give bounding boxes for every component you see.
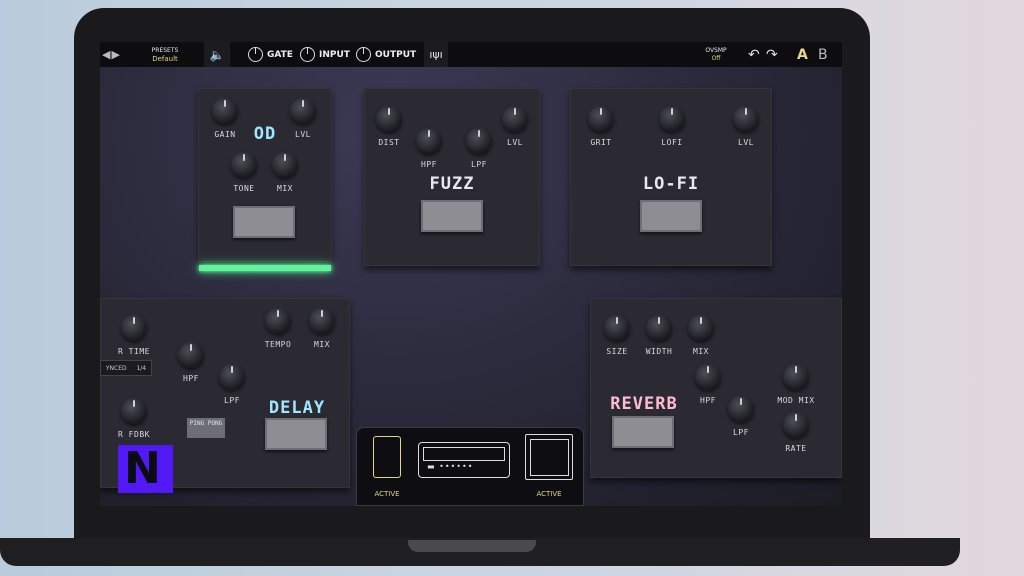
od-footswitch[interactable] (233, 206, 295, 238)
reverb-rate-label: RATE (785, 444, 807, 453)
delay-tempo-knob[interactable] (265, 308, 291, 334)
od-lvl-knob[interactable] (290, 98, 316, 124)
od-gain-knob[interactable] (212, 98, 238, 124)
od-pedal: GAIN OD LVL TONE MIX (198, 88, 332, 262)
fuzz-pedal: DIST LVL HPF LPF FUZZ (364, 88, 540, 266)
preset-b-button[interactable]: B (818, 42, 828, 67)
redo-icon[interactable]: ↷ (766, 42, 778, 67)
lofi-title: LO-FI (642, 174, 700, 194)
od-lvl-label: LVL (295, 130, 311, 139)
od-tone-knob[interactable] (231, 152, 257, 178)
undo-icon[interactable]: ↶ (748, 42, 760, 67)
output-control[interactable]: OUTPUT (356, 42, 416, 67)
preset-selector[interactable]: PRESETS Default (140, 42, 190, 67)
od-mix-label: MIX (277, 184, 293, 193)
reverb-pedal: SIZE WIDTH MIX HPF MOD MIX LPF RATE REVE… (590, 298, 842, 478)
lofi-grit-knob[interactable] (588, 106, 614, 132)
tuner-icon[interactable]: ıψı (424, 42, 448, 67)
delay-mix-knob[interactable] (309, 308, 335, 334)
od-mix-knob[interactable] (272, 152, 298, 178)
fuzz-hpf-knob[interactable] (416, 128, 442, 154)
reverb-modmix-knob[interactable] (783, 364, 809, 390)
brand-logo: N (118, 445, 173, 493)
lofi-lofi-knob[interactable] (659, 106, 685, 132)
fuzz-lvl-label: LVL (507, 138, 523, 147)
fuzz-title: FUZZ (429, 174, 475, 194)
output-label: OUTPUT (375, 49, 417, 60)
gate-knob-icon (248, 47, 263, 62)
lofi-lvl-label: LVL (738, 138, 754, 147)
reverb-size-knob[interactable] (604, 315, 630, 341)
amp-icon[interactable] (418, 442, 510, 478)
presets-label: PRESETS (151, 46, 179, 54)
output-knob-icon (356, 47, 371, 62)
fuzz-lpf-knob[interactable] (466, 128, 492, 154)
delay-mix-label: MIX (314, 340, 330, 349)
signal-chain-panel: ACTIVE ACTIVE (356, 427, 584, 506)
reverb-mix-label: MIX (693, 347, 709, 356)
fuzz-dist-knob[interactable] (376, 106, 402, 132)
input-label: INPUT (319, 49, 350, 60)
delay-sync-selector[interactable]: YNCED 1/4 (100, 360, 152, 376)
reverb-title: REVERB (610, 394, 678, 414)
gate-label: GATE (267, 49, 293, 60)
lofi-lvl-knob[interactable] (733, 106, 759, 132)
pedal-status-label: ACTIVE (374, 490, 400, 498)
reverb-modmix-label: MOD MIX (777, 396, 815, 405)
preset-nav-arrows[interactable]: ◀▶ (102, 42, 121, 67)
synced-value: 1/4 (136, 364, 147, 372)
plugin-toolbar: ◀▶ PRESETS Default 🔈 GATE INPUT OUTPUT ı… (100, 42, 842, 67)
delay-lpf-knob[interactable] (219, 364, 245, 390)
od-active-glow (199, 265, 331, 271)
delay-rtime-knob[interactable] (121, 315, 147, 341)
oversampling-selector[interactable]: OVSMP Off (696, 42, 736, 67)
reverb-hpf-knob[interactable] (695, 364, 721, 390)
gate-control[interactable]: GATE (248, 42, 293, 67)
fuzz-hpf-label: HPF (421, 160, 437, 169)
delay-rfdbk-knob[interactable] (121, 398, 147, 424)
preset-a-button[interactable]: A (797, 42, 808, 67)
lofi-pedal: GRIT LOFI LVL LO-FI (570, 88, 772, 266)
reverb-width-knob[interactable] (646, 315, 672, 341)
cab-status-label: ACTIVE (536, 490, 562, 498)
delay-rtime-label: R TIME (118, 347, 150, 356)
delay-hpf-label: HPF (183, 374, 199, 383)
synced-label: YNCED (105, 364, 127, 372)
reverb-hpf-label: HPF (700, 396, 716, 405)
lofi-lofi-label: LOFI (661, 138, 683, 147)
cabinet-icon[interactable] (525, 434, 573, 480)
delay-hpf-knob[interactable] (178, 342, 204, 368)
preset-value: Default (152, 54, 178, 63)
fuzz-dist-label: DIST (378, 138, 400, 147)
input-knob-icon (300, 47, 315, 62)
fuzz-lvl-knob[interactable] (502, 106, 528, 132)
reverb-mix-knob[interactable] (688, 315, 714, 341)
input-control[interactable]: INPUT (300, 42, 350, 67)
reverb-footswitch[interactable] (612, 416, 674, 448)
lofi-footswitch[interactable] (640, 200, 702, 232)
lofi-grit-label: GRIT (590, 138, 612, 147)
fuzz-lpf-label: LPF (471, 160, 487, 169)
fuzz-footswitch[interactable] (421, 200, 483, 232)
delay-rfdbk-label: R FDBK (118, 430, 150, 439)
ovsmp-label: OVSMP (705, 46, 727, 54)
pedalboard-icon[interactable] (373, 436, 401, 478)
delay-lpf-label: LPF (224, 396, 240, 405)
ovsmp-value: Off (711, 54, 721, 62)
speaker-icon[interactable]: 🔈 (204, 42, 230, 67)
delay-title: DELAY (268, 398, 326, 418)
delay-footswitch[interactable] (265, 418, 327, 450)
reverb-lpf-knob[interactable] (728, 396, 754, 422)
od-gain-label: GAIN (214, 130, 236, 139)
laptop-notch (408, 540, 536, 552)
ping-pong-button[interactable]: PING PONG (187, 418, 225, 438)
reverb-rate-knob[interactable] (783, 412, 809, 438)
plugin-screen: ◀▶ PRESETS Default 🔈 GATE INPUT OUTPUT ı… (100, 42, 842, 506)
delay-tempo-label: TEMPO (264, 340, 292, 349)
reverb-lpf-label: LPF (733, 428, 749, 437)
